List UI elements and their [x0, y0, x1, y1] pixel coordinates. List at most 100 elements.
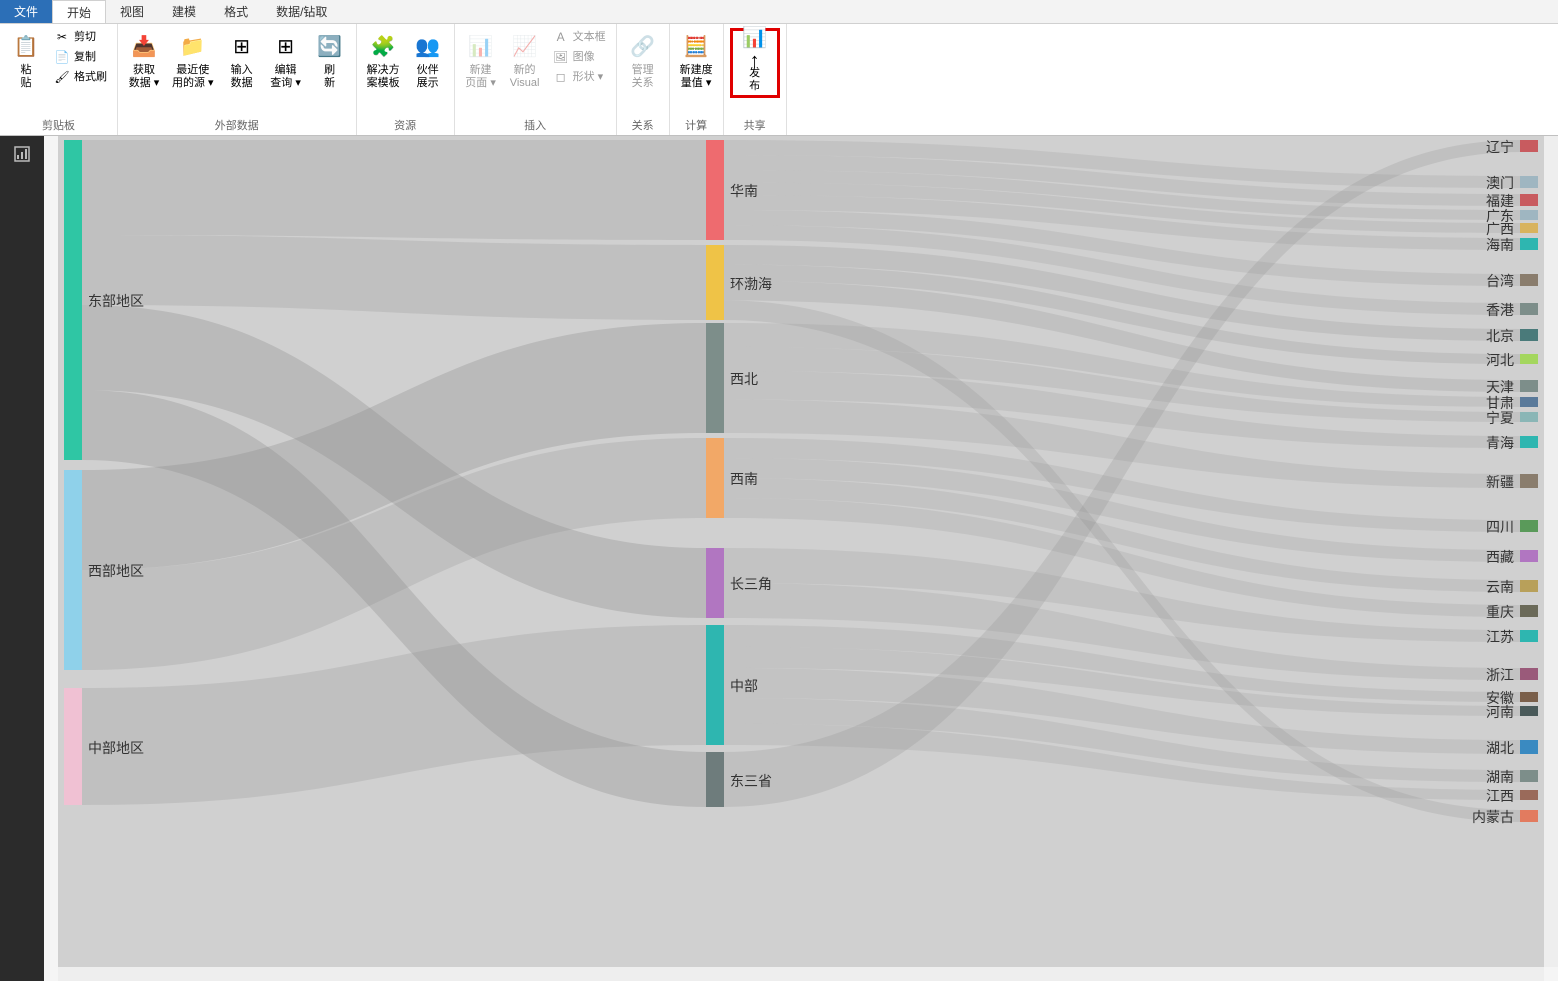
- sankey-node-label: 河北: [1486, 350, 1514, 370]
- sankey-node[interactable]: [64, 688, 82, 805]
- sankey-node[interactable]: [1520, 790, 1538, 800]
- sankey-node[interactable]: [1520, 412, 1538, 422]
- ribbon-label: 剪切: [74, 31, 96, 44]
- scrollbar-vertical[interactable]: [1544, 136, 1558, 967]
- ribbon: 📋粘 贴✂剪切📄复制🖌格式刷剪贴板📥获取 数据 ▾📁最近使 用的源 ▾⊞输入 数…: [0, 24, 1558, 136]
- ribbon-button[interactable]: 🖌格式刷: [50, 68, 111, 86]
- sankey-node-label: 北京: [1486, 326, 1514, 346]
- sankey-node[interactable]: [1520, 238, 1538, 250]
- ribbon-button: 📊新建 页面 ▾: [461, 28, 501, 92]
- sankey-node[interactable]: [1520, 810, 1538, 822]
- menu-tab-start[interactable]: 开始: [52, 0, 106, 23]
- sankey-node[interactable]: [1520, 550, 1538, 562]
- menu-tab-model[interactable]: 建模: [158, 0, 210, 23]
- sankey-node-label: 中部: [730, 676, 758, 696]
- sankey-node[interactable]: [1520, 210, 1538, 220]
- ribbon-button[interactable]: ⊞编辑 查询 ▾: [266, 28, 306, 92]
- sankey-node[interactable]: [1520, 770, 1538, 782]
- ribbon-icon: ◻: [553, 69, 569, 85]
- menu-tab-drill[interactable]: 数据/钻取: [262, 0, 341, 23]
- sankey-node-label: 江苏: [1486, 627, 1514, 647]
- sankey-node[interactable]: [706, 438, 724, 518]
- sankey-node[interactable]: [1520, 436, 1538, 448]
- menu-tab-format[interactable]: 格式: [210, 0, 262, 23]
- ribbon-button[interactable]: 📁最近使 用的源 ▾: [168, 28, 218, 92]
- sankey-node[interactable]: [1520, 580, 1538, 592]
- sankey-node[interactable]: [1520, 397, 1538, 407]
- sankey-node[interactable]: [1520, 354, 1538, 364]
- ribbon-icon: 🧮: [680, 30, 712, 62]
- sankey-node[interactable]: [1520, 194, 1538, 206]
- sankey-node[interactable]: [706, 548, 724, 618]
- sankey-node[interactable]: [1520, 474, 1538, 488]
- nav-report-icon[interactable]: [0, 136, 44, 172]
- sankey-node[interactable]: [1520, 140, 1538, 152]
- sankey-node-label: 内蒙古: [1472, 807, 1514, 827]
- sankey-node[interactable]: [706, 323, 724, 433]
- ribbon-label: 伙伴 展示: [417, 64, 439, 90]
- sankey-node[interactable]: [706, 245, 724, 320]
- sankey-node[interactable]: [1520, 380, 1538, 392]
- menu-tab-view[interactable]: 视图: [106, 0, 158, 23]
- sankey-node-label: 香港: [1486, 300, 1514, 320]
- sankey-node[interactable]: [1520, 329, 1538, 341]
- ribbon-label: 形状 ▾: [573, 71, 604, 84]
- ribbon-button[interactable]: ⊞输入 数据: [222, 28, 262, 92]
- sankey-node[interactable]: [1520, 605, 1538, 617]
- sankey-node-label: 东三省: [730, 771, 772, 791]
- sankey-node-label: 澳门: [1486, 173, 1514, 193]
- ribbon-label: 输入 数据: [231, 64, 253, 90]
- ribbon-button[interactable]: 📋粘 贴: [6, 28, 46, 92]
- sankey-node[interactable]: [1520, 223, 1538, 233]
- sankey-node-label: 湖南: [1486, 767, 1514, 787]
- sankey-node-label: 西北: [730, 369, 758, 389]
- ribbon-button[interactable]: 📥获取 数据 ▾: [124, 28, 164, 92]
- sankey-node[interactable]: [706, 140, 724, 240]
- ribbon-button: 🔗管理 关系: [623, 28, 663, 92]
- ribbon-label: 新建 页面 ▾: [465, 64, 496, 90]
- sankey-node-label: 中部地区: [88, 738, 144, 758]
- ribbon-button[interactable]: 📄复制: [50, 48, 111, 66]
- ribbon-icon: ⊞: [270, 30, 302, 62]
- ribbon-button[interactable]: 👥伙伴 展示: [408, 28, 448, 92]
- sankey-node[interactable]: [1520, 706, 1538, 716]
- ribbon-label: 复制: [74, 51, 96, 64]
- sankey-node[interactable]: [1520, 303, 1538, 315]
- sankey-node[interactable]: [1520, 740, 1538, 754]
- sankey-node[interactable]: [706, 625, 724, 745]
- sankey-node[interactable]: [1520, 668, 1538, 680]
- ribbon-label: 新的 Visual: [510, 64, 540, 90]
- sankey-node-label: 浙江: [1486, 665, 1514, 685]
- ribbon-icon: 📊↑: [739, 33, 771, 65]
- sankey-node[interactable]: [1520, 520, 1538, 532]
- ribbon-button[interactable]: 🧮新建度 量值 ▾: [676, 28, 717, 92]
- sankey-node-label: 环渤海: [730, 274, 772, 294]
- ribbon-icon: 🔄: [314, 30, 346, 62]
- sankey-node[interactable]: [1520, 692, 1538, 702]
- sankey-node-label: 青海: [1486, 433, 1514, 453]
- ribbon-label: 编辑 查询 ▾: [270, 64, 301, 90]
- ribbon-button[interactable]: 📊↑发 布: [735, 31, 775, 95]
- ribbon-label: 粘 贴: [21, 64, 32, 90]
- sankey-node[interactable]: [1520, 274, 1538, 286]
- menu-file[interactable]: 文件: [0, 0, 52, 23]
- ribbon-button: ◻ 形状 ▾: [549, 68, 610, 86]
- sankey-link[interactable]: [82, 235, 706, 320]
- ribbon-group: 🔗管理 关系关系: [617, 24, 670, 135]
- sankey-node[interactable]: [1520, 630, 1538, 642]
- ribbon-button[interactable]: 🧩解决方 案模板: [363, 28, 404, 92]
- sankey-chart[interactable]: 东部地区西部地区中部地区华南环渤海西北西南长三角中部东三省辽宁澳门福建广东广西海…: [58, 136, 1544, 967]
- ribbon-icon: 🧩: [367, 30, 399, 62]
- scrollbar-horizontal[interactable]: [58, 967, 1544, 981]
- sankey-node-label: 湖北: [1486, 738, 1514, 758]
- sankey-node[interactable]: [1520, 176, 1538, 188]
- ribbon-button[interactable]: ✂剪切: [50, 28, 111, 46]
- sankey-node[interactable]: [64, 140, 82, 460]
- ribbon-group: 📋粘 贴✂剪切📄复制🖌格式刷剪贴板: [0, 24, 118, 135]
- ribbon-button[interactable]: 🔄刷 新: [310, 28, 350, 92]
- sankey-node[interactable]: [706, 752, 724, 807]
- ribbon-group: 🧩解决方 案模板👥伙伴 展示资源: [357, 24, 455, 135]
- sankey-node[interactable]: [64, 470, 82, 670]
- ribbon-group: 📥获取 数据 ▾📁最近使 用的源 ▾⊞输入 数据⊞编辑 查询 ▾🔄刷 新外部数据: [118, 24, 357, 135]
- sankey-link[interactable]: [82, 140, 706, 240]
